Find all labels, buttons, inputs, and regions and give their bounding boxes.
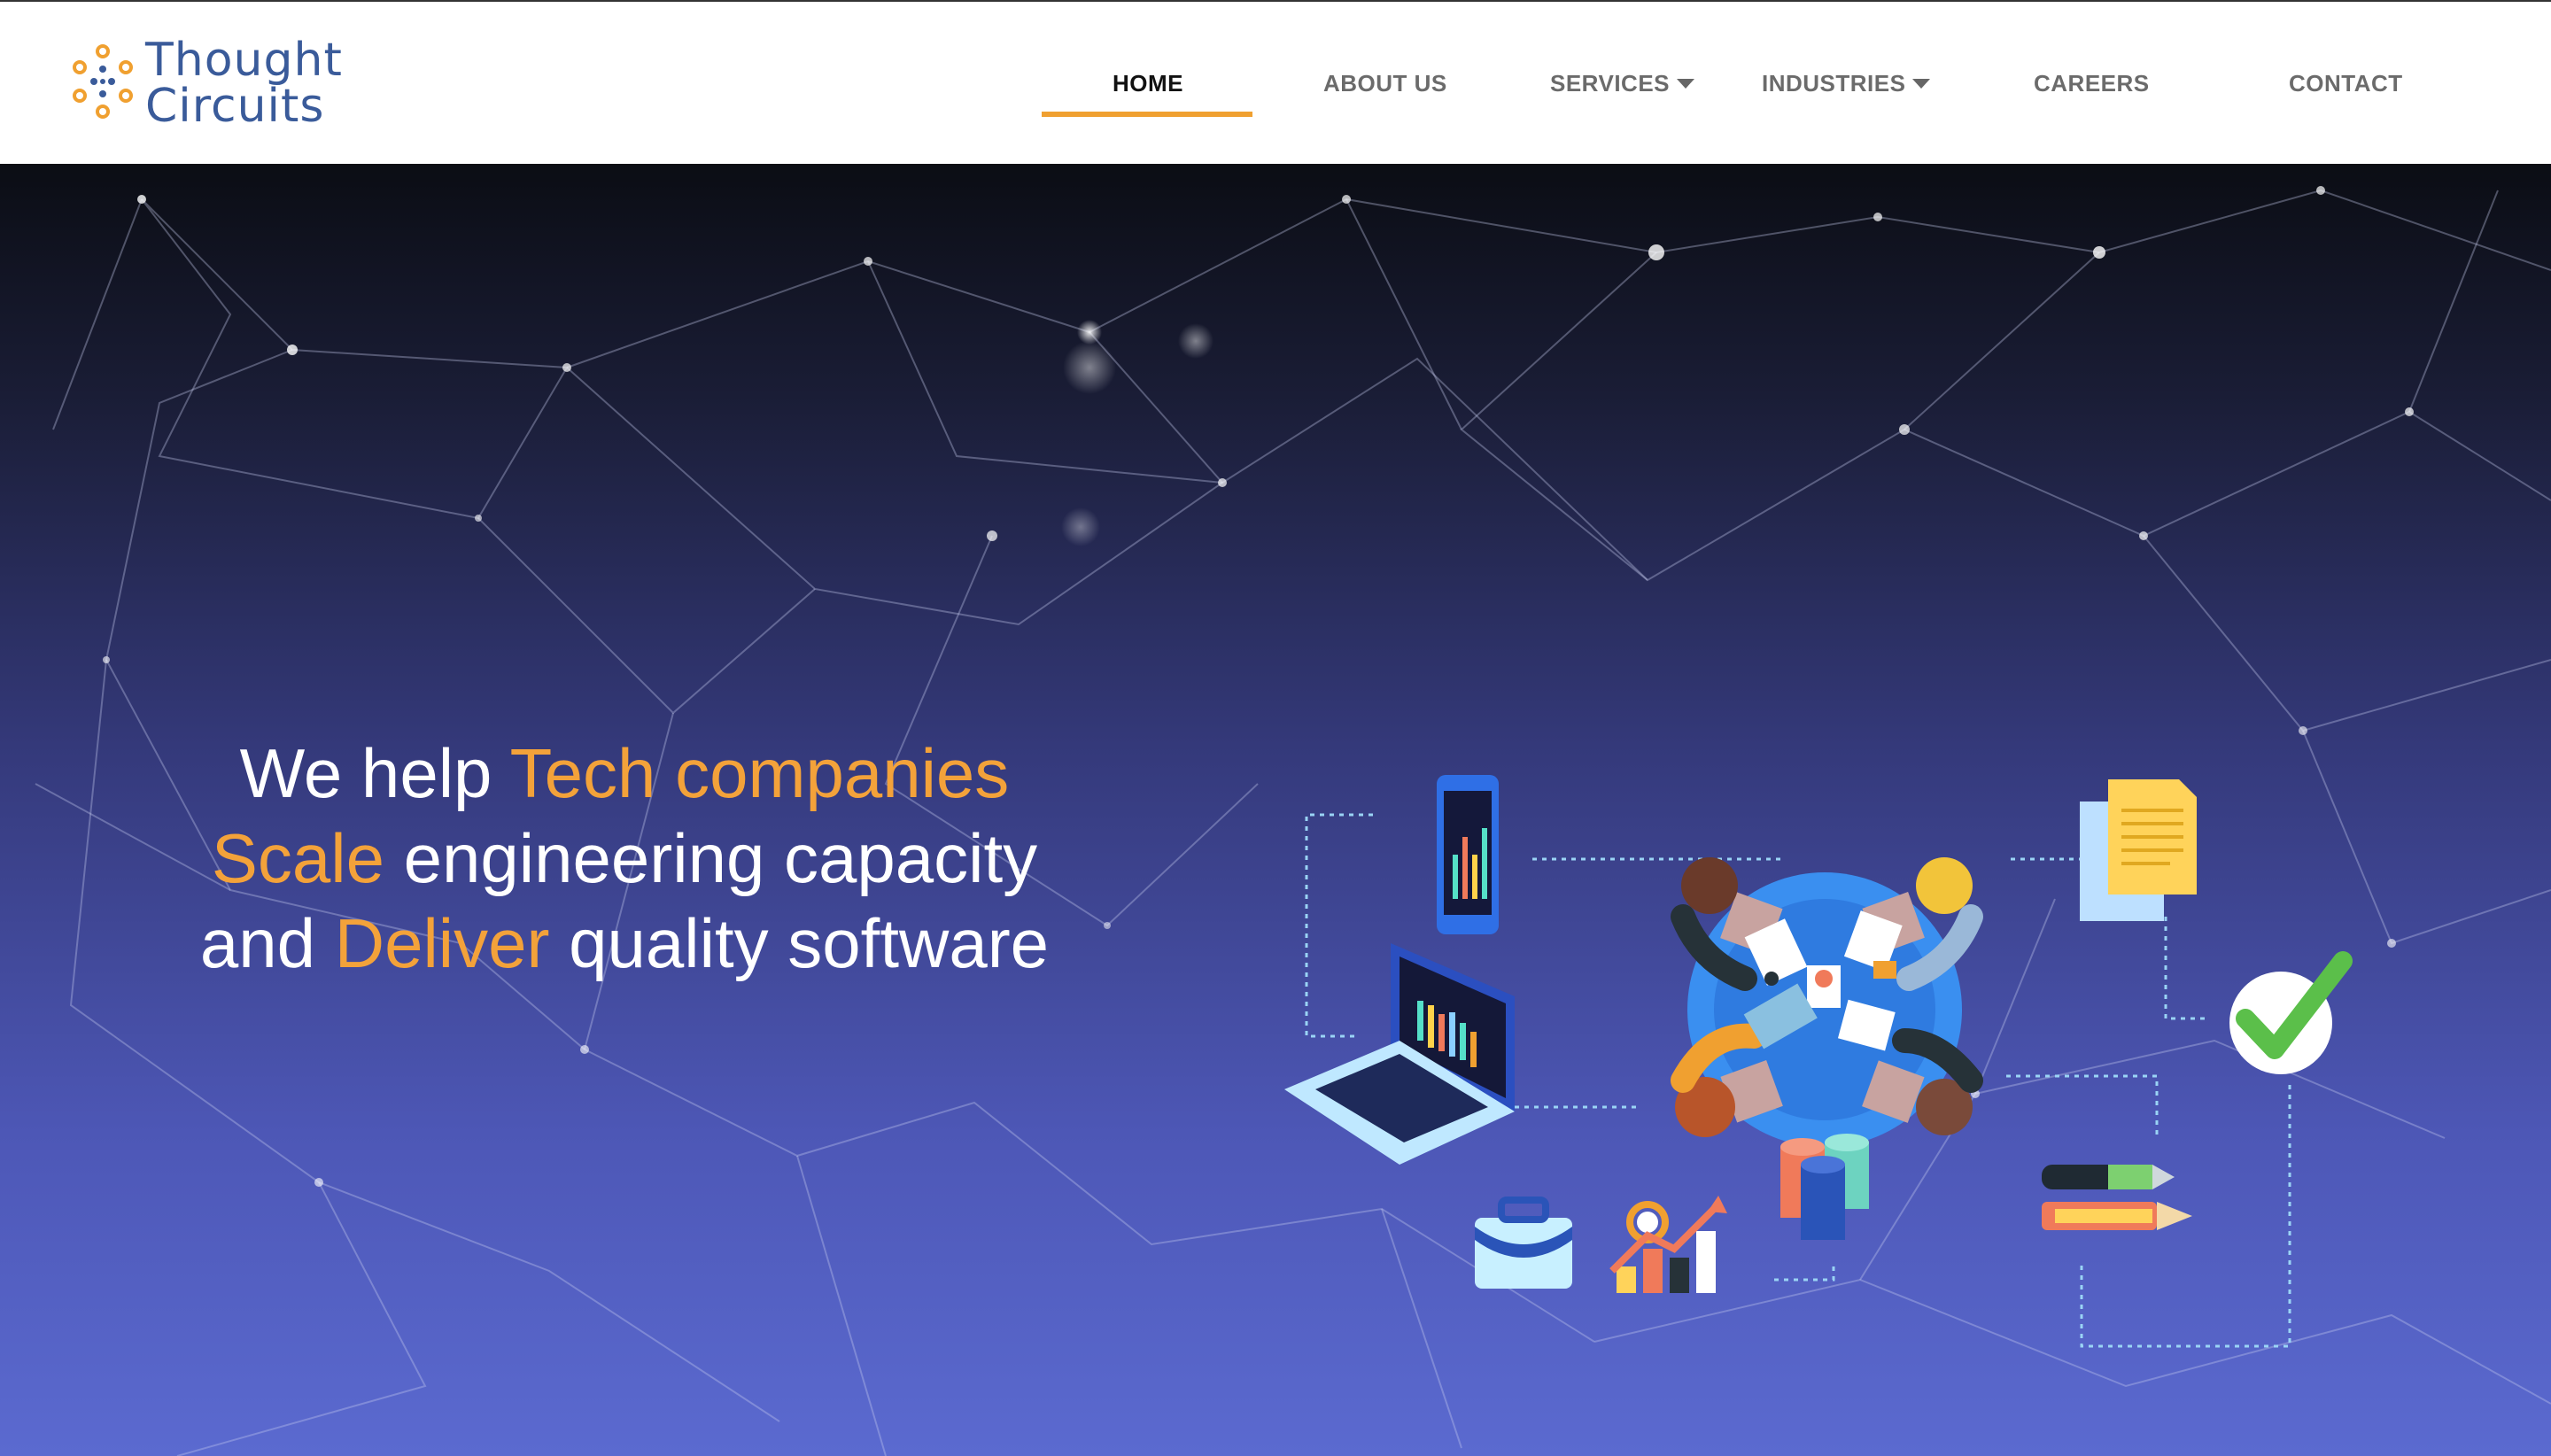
chevron-down-icon [1677,78,1695,89]
main-nav: HOME ABOUT US SERVICES INDUSTRIES CAREER… [0,2,2551,166]
pen-icon [2042,1165,2175,1189]
laptop-chart-icon [1284,943,1515,1165]
nav-active-indicator [1042,112,1252,117]
chevron-down-icon [1912,78,1931,89]
nav-industries[interactable]: INDUSTRIES [1762,66,1931,101]
hero-line-1-text: We help [239,734,510,812]
checkmark-icon [2229,951,2353,1074]
nav-about-us-label: ABOUT US [1323,69,1447,97]
briefcase-icon [1475,1197,1572,1289]
nav-services-label: SERVICES [1550,69,1671,97]
nav-services[interactable]: SERVICES [1550,66,1695,101]
growth-chart-icon [1609,1196,1727,1293]
site-header: Thought Circuits HOME ABOUT US SERVICES … [0,0,2551,164]
hero-line-2-text: engineering capacity [384,819,1038,897]
nav-home-label: HOME [1113,69,1183,97]
nav-careers[interactable]: CAREERS [2034,66,2150,101]
hero-line-3: and Deliver quality software [124,901,1125,986]
nav-industries-label: INDUSTRIES [1762,69,1906,97]
hero-section: We help Tech companies Scale engineering… [0,164,2551,1456]
hero-accent-scale: Scale [211,819,384,897]
hero-line-3-text-a: and [199,904,335,982]
nav-careers-label: CAREERS [2034,69,2150,97]
hero-headline: We help Tech companies Scale engineering… [124,731,1125,986]
hero-line-1: We help Tech companies [124,731,1125,816]
hero-accent-deliver: Deliver [334,904,550,982]
nav-home[interactable]: HOME [1113,66,1183,101]
nav-about-us[interactable]: ABOUT US [1323,66,1447,101]
nav-contact-label: CONTACT [2289,69,2403,97]
hero-line-3-text-b: quality software [549,904,1050,982]
hero-illustration [1284,775,2353,1348]
hero-line-2: Scale engineering capacity [124,816,1125,901]
team-meeting-table-icon [1671,857,1983,1147]
nav-contact[interactable]: CONTACT [2289,66,2403,101]
documents-icon [2080,779,2197,921]
smartphone-chart-icon [1437,775,1499,934]
hero-accent-tech-companies: Tech companies [509,734,1010,812]
database-stack-icon [1780,1134,1869,1240]
pencil-icon [2042,1202,2192,1230]
